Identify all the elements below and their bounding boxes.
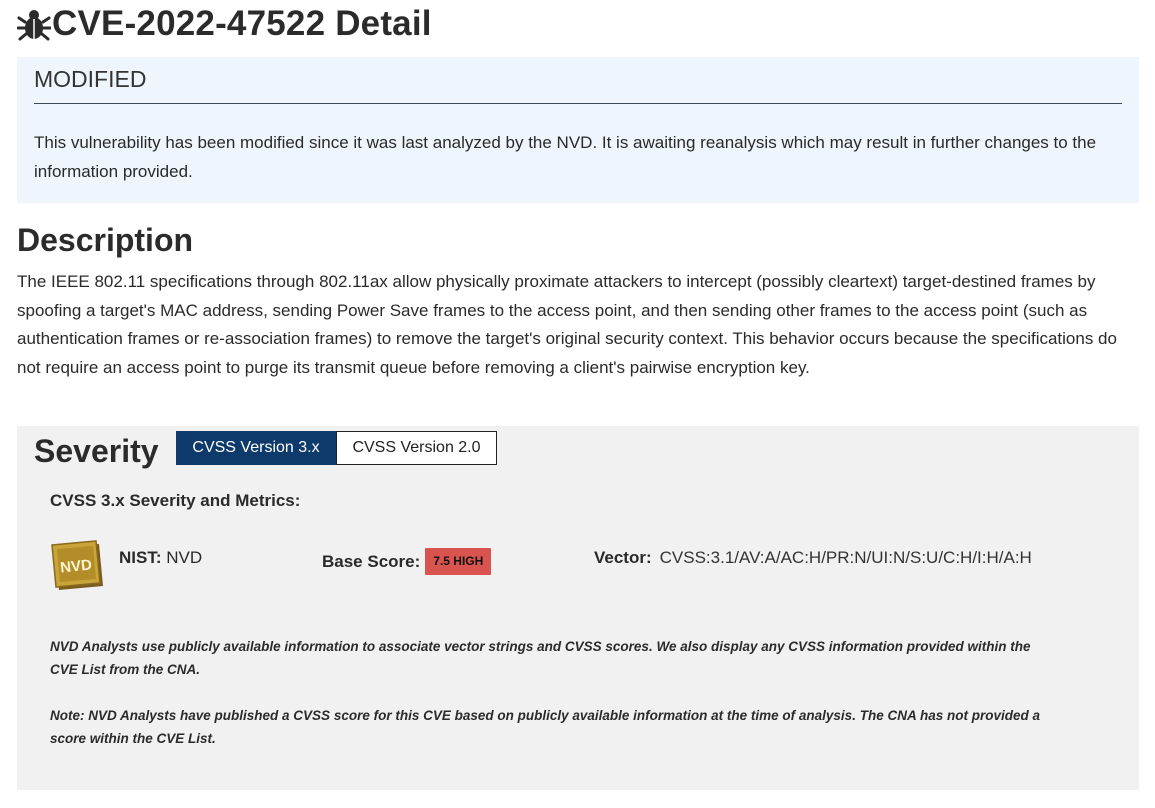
metrics-title: CVSS 3.x Severity and Metrics: bbox=[50, 491, 301, 510]
vector-value: CVSS:3.1/AV:A/AC:H/PR:N/UI:N/S:U/C:H/I:H… bbox=[659, 548, 1032, 567]
base-score-field: Base Score: 7.5 HIGH bbox=[322, 548, 492, 575]
modified-text: This vulnerability has been modified sin… bbox=[34, 133, 1097, 181]
description-heading: Description bbox=[17, 222, 194, 258]
cvss-version-tabs: CVSS Version 3.x CVSS Version 2.0 bbox=[176, 431, 497, 465]
nvd-logo-text: NVD bbox=[59, 556, 92, 576]
base-score-label: Base Score: bbox=[322, 551, 421, 571]
bug-icon bbox=[17, 10, 51, 41]
modified-divider bbox=[34, 103, 1122, 104]
page-title: CVE-2022-47522 Detail bbox=[52, 4, 432, 43]
source-value: NVD bbox=[166, 548, 203, 567]
cna-note: Note: NVD Analysts have published a CVSS… bbox=[50, 708, 1040, 746]
vector-field: Vector: CVSS:3.1/AV:A/AC:H/PR:N/UI:N/S:U/… bbox=[594, 548, 1032, 568]
base-score-badge[interactable]: 7.5 HIGH bbox=[425, 548, 492, 575]
modified-heading: MODIFIED bbox=[34, 66, 147, 92]
severity-section: Severity CVSS Version 3.x CVSS Version 2… bbox=[17, 426, 1139, 790]
source-label: NIST: bbox=[119, 548, 162, 567]
description-text: The IEEE 802.11 specifications through 8… bbox=[17, 272, 1117, 378]
vector-label: Vector: bbox=[594, 548, 652, 567]
tab-cvss-3x[interactable]: CVSS Version 3.x bbox=[176, 431, 336, 465]
severity-heading: Severity bbox=[34, 433, 159, 469]
source-field: NIST: NVD bbox=[119, 548, 202, 568]
page-header: CVE-2022-47522 Detail bbox=[17, 4, 432, 44]
nvd-logo: NVD bbox=[51, 540, 103, 590]
analyst-note: NVD Analysts use publicly available info… bbox=[50, 639, 1031, 677]
tab-cvss-2[interactable]: CVSS Version 2.0 bbox=[336, 431, 497, 465]
modified-notice: MODIFIED This vulnerability has been mod… bbox=[17, 57, 1139, 203]
